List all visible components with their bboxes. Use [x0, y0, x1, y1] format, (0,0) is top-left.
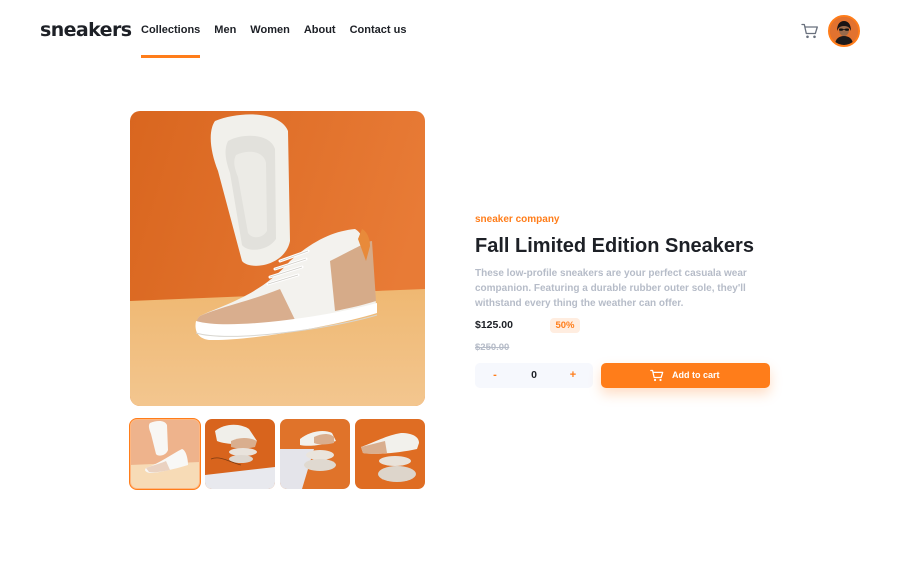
nav-women[interactable]: Women — [250, 24, 290, 36]
thumbnail-3[interactable] — [280, 419, 350, 489]
cart-icon[interactable] — [801, 23, 819, 39]
cart-icon — [650, 369, 664, 382]
add-to-cart-label: Add to cart — [672, 370, 720, 380]
site-header: sneakers Collections Men Women About Con… — [0, 0, 900, 62]
current-price: $125.00 — [475, 319, 513, 331]
user-avatar[interactable] — [828, 15, 860, 47]
quantity-stepper: - 0 + — [475, 363, 593, 388]
nav-contact[interactable]: Contact us — [350, 24, 407, 36]
discount-badge: 50% — [550, 318, 580, 333]
thumbnail-1[interactable] — [129, 418, 201, 490]
thumbnail-4-image — [355, 419, 425, 489]
decrease-quantity-button[interactable]: - — [483, 363, 507, 388]
thumbnail-4[interactable] — [355, 419, 425, 489]
nav-collections[interactable]: Collections — [141, 24, 201, 58]
nav-about[interactable]: About — [304, 24, 336, 36]
sneaker-photo — [130, 111, 425, 406]
product-main-image[interactable] — [130, 111, 425, 406]
original-price: $250.00 — [475, 342, 510, 353]
product-description: These low-profile sneakers are your perf… — [475, 268, 747, 309]
logo[interactable]: sneakers — [40, 19, 132, 41]
avatar-image — [830, 17, 858, 45]
main-nav: Collections Men Women About Contact us — [141, 24, 420, 58]
increase-quantity-button[interactable]: + — [561, 363, 585, 388]
company-name: sneaker company — [475, 214, 560, 225]
product-title: Fall Limited Edition Sneakers — [475, 235, 754, 257]
nav-men[interactable]: Men — [214, 24, 236, 36]
thumbnail-1-overlay — [130, 419, 200, 489]
thumbnail-2-image — [205, 419, 275, 489]
thumbnail-2[interactable] — [205, 419, 275, 489]
thumbnail-strip — [129, 418, 425, 490]
add-to-cart-button[interactable]: Add to cart — [601, 363, 770, 388]
thumbnail-3-image — [280, 419, 350, 489]
quantity-value: 0 — [531, 369, 537, 381]
